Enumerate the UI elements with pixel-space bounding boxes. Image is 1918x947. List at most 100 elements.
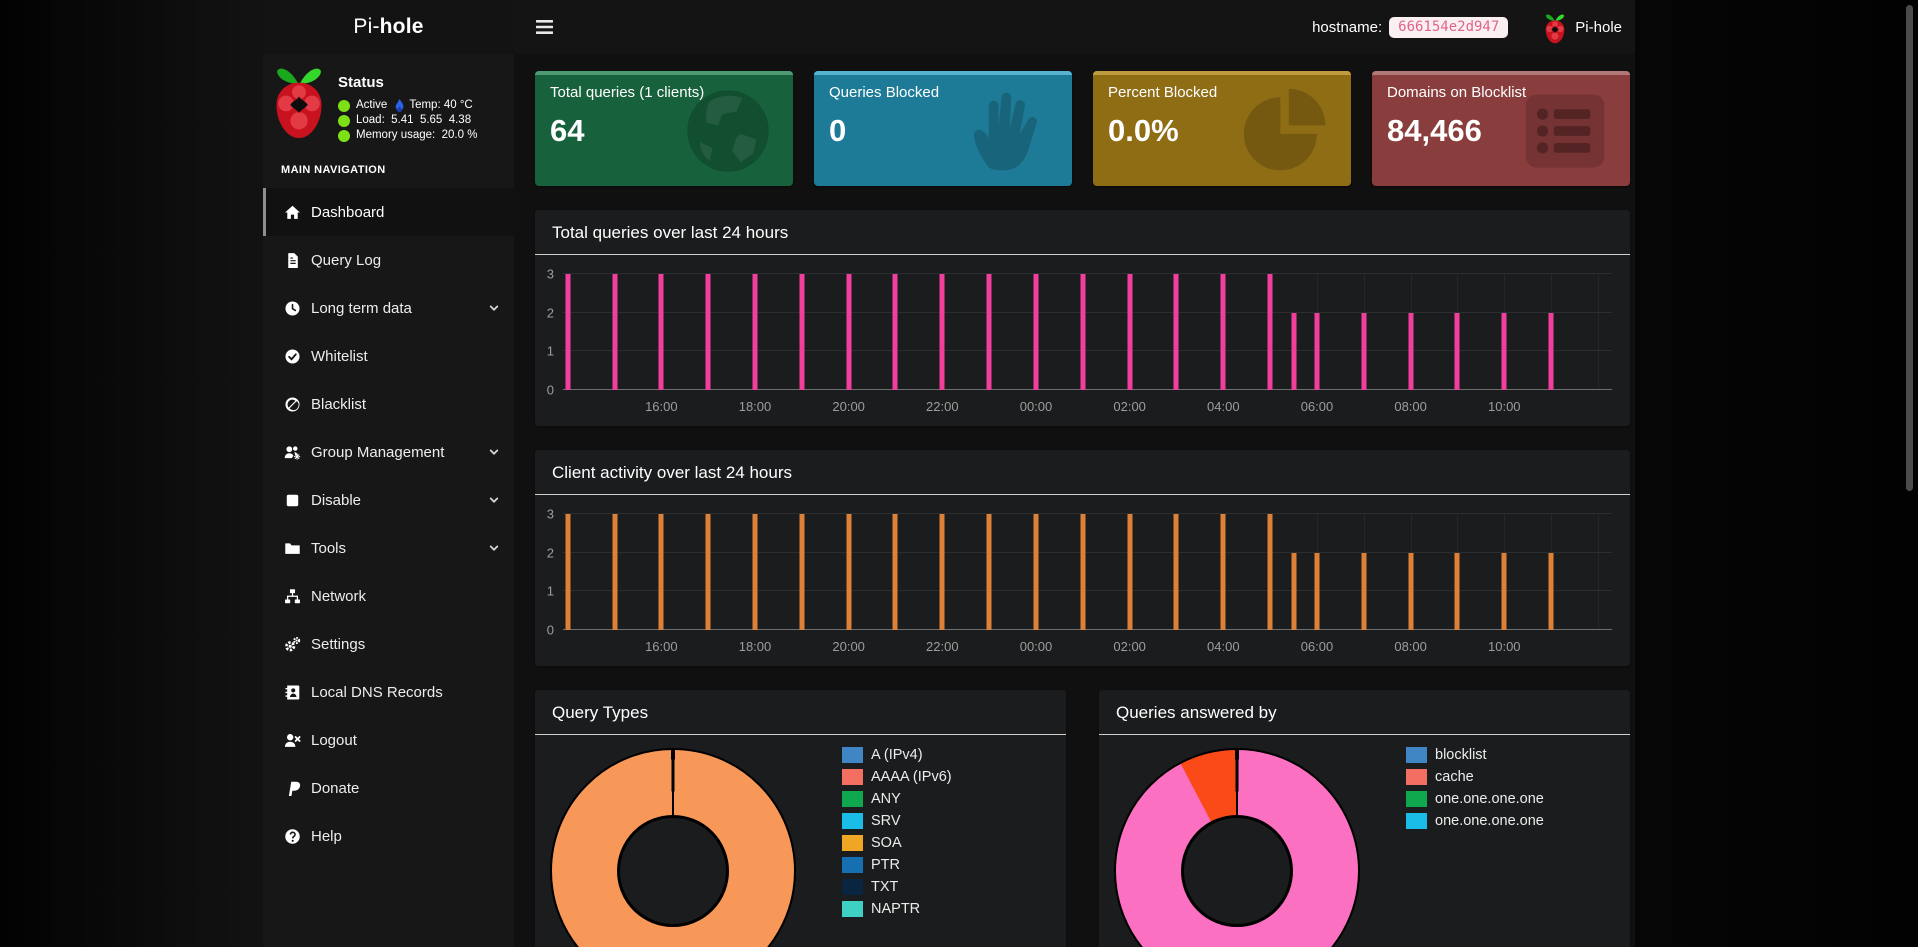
legend-item-one-one-one-one[interactable]: one.one.one.one (1406, 791, 1544, 807)
y-axis-tick-label: 3 (547, 267, 554, 282)
bar-07:00 (1361, 313, 1366, 390)
sidebar-item-label: Help (311, 828, 342, 845)
bottom-panels-row: Query Types A (IPv4)AAAA (IPv6)ANYSRVSOA… (535, 666, 1630, 947)
stat-card-percent-blocked: Percent Blocked0.0% (1093, 71, 1351, 186)
bar-01:00 (1080, 274, 1085, 390)
bar-21:00 (893, 514, 898, 630)
sidebar-item-query-log[interactable]: Query Log (263, 236, 514, 284)
card-title: Queries Blocked (829, 84, 1057, 101)
status-dot-icon (338, 115, 350, 127)
legend-item-ptr[interactable]: PTR (842, 857, 952, 873)
legend-swatch (1406, 813, 1427, 829)
legend-item-blocklist[interactable]: blocklist (1406, 747, 1544, 763)
card-accent-strip (814, 71, 1072, 75)
sidebar-item-donate[interactable]: Donate (263, 764, 514, 812)
legend-item-txt[interactable]: TXT (842, 879, 952, 895)
card-value: 0.0% (1108, 113, 1336, 149)
x-axis-tick-label: 18:00 (739, 399, 772, 414)
sidebar-item-long-term-data[interactable]: Long term data (263, 284, 514, 332)
sidebar-item-dashboard[interactable]: Dashboard (263, 188, 514, 236)
menu-toggle-button[interactable] (532, 16, 557, 38)
bar-16:00 (659, 514, 664, 630)
legend-swatch (842, 813, 863, 829)
legend-swatch (1406, 747, 1427, 763)
bar-04:00 (1221, 274, 1226, 390)
sidebar-item-settings[interactable]: Settings (263, 620, 514, 668)
status-dot-icon (338, 100, 350, 112)
sidebar-item-group-management[interactable]: Group Management (263, 428, 514, 476)
panel-queries-answered-by: Queries answered by blocklistcacheone.on… (1099, 690, 1630, 947)
legend-label: blocklist (1435, 747, 1487, 763)
vertical-gridline (1598, 514, 1599, 630)
check-circle-icon (283, 348, 301, 365)
legend-swatch (842, 835, 863, 851)
sidebar-item-blacklist[interactable]: Blacklist (263, 380, 514, 428)
panel-query-types: Query Types A (IPv4)AAAA (IPv6)ANYSRVSOA… (535, 690, 1066, 947)
legend-item-cache[interactable]: cache (1406, 769, 1544, 785)
legend-swatch (1406, 791, 1427, 807)
x-axis-tick-label: 16:00 (645, 639, 678, 654)
x-axis-tick-label: 00:00 (1020, 399, 1053, 414)
bar-22:00 (940, 274, 945, 390)
topbar: hostname: 666154e2d947 Pi-hole (514, 0, 1635, 54)
bar-10:00 (1502, 553, 1507, 630)
card-title: Domains on Blocklist (1387, 84, 1615, 101)
y-axis-tick-label: 0 (547, 383, 554, 398)
legend-item-soa[interactable]: SOA (842, 835, 952, 851)
bar-00:00 (1033, 514, 1038, 630)
x-axis-tick-label: 22:00 (926, 399, 959, 414)
panel-title: Total queries over last 24 hours (535, 210, 1630, 255)
sidebar-item-tools[interactable]: Tools (263, 524, 514, 572)
sidebar-item-whitelist[interactable]: Whitelist (263, 332, 514, 380)
bar-09:00 (1455, 553, 1460, 630)
hostname-badge: 666154e2d947 (1389, 17, 1508, 38)
client-activity-chart[interactable]: 012316:0018:0020:0022:0000:0002:0004:000… (563, 514, 1612, 630)
sidebar-item-label: Dashboard (311, 204, 384, 221)
sidebar-item-disable[interactable]: Disable (263, 476, 514, 524)
query-types-donut-chart[interactable] (550, 748, 796, 947)
x-axis-tick-label: 02:00 (1113, 639, 1146, 654)
legend-item-aaaa-ipv6[interactable]: AAAA (IPv6) (842, 769, 952, 785)
status-row-load: Load: 5.41 5.65 4.38 (338, 113, 477, 128)
legend-label: TXT (871, 879, 898, 895)
sidebar-item-label: Query Log (311, 252, 381, 269)
bar-04:00 (1221, 514, 1226, 630)
sidebar-item-local-dns-records[interactable]: Local DNS Records (263, 668, 514, 716)
legend-item-srv[interactable]: SRV (842, 813, 952, 829)
query-types-legend: A (IPv4) AAAA (IPv6) ANY SRV SOA PTR TXT NAPTR (842, 747, 952, 923)
bar-19:00 (799, 274, 804, 390)
status-row-active: Active Temp: 40 °C (338, 98, 477, 113)
legend-item-any[interactable]: ANY (842, 791, 952, 807)
address-book-icon (283, 684, 301, 701)
legend-item-a-ipv4[interactable]: A (IPv4) (842, 747, 952, 763)
bar-06:00 (1314, 313, 1319, 390)
x-axis-tick-label: 10:00 (1488, 639, 1521, 654)
card-title: Total queries (1 clients) (550, 84, 778, 101)
total-queries-chart[interactable]: 012316:0018:0020:0022:0000:0002:0004:000… (563, 274, 1612, 390)
bar-08:00 (1408, 313, 1413, 390)
sidebar-item-logout[interactable]: Logout (263, 716, 514, 764)
legend-item-naptr[interactable]: NAPTR (842, 901, 952, 917)
x-axis-tick-label: 06:00 (1301, 639, 1334, 654)
sidebar: Pi-hole Status Active Temp: 40 °C Load: … (263, 0, 514, 947)
chevron-down-icon (487, 493, 501, 507)
pihole-brand-link[interactable]: Pi-hole (1575, 19, 1622, 36)
queries-answered-by-donut-chart[interactable] (1114, 748, 1360, 947)
y-axis-tick-label: 1 (547, 584, 554, 599)
paypal-icon (283, 780, 301, 797)
y-axis-tick-label: 3 (547, 507, 554, 522)
sidebar-item-network[interactable]: Network (263, 572, 514, 620)
bar-17:00 (706, 514, 711, 630)
gears-icon (283, 636, 301, 653)
bar-11:00 (1549, 313, 1554, 390)
nav-section-header: MAIN NAVIGATION (281, 164, 514, 176)
bar-23:00 (987, 274, 992, 390)
bar-05:30 (1291, 313, 1296, 390)
page-scrollbar-thumb[interactable] (1906, 5, 1913, 491)
sidebar-item-label: Blacklist (311, 396, 366, 413)
status-dot-icon (338, 130, 350, 142)
sidebar-item-help[interactable]: Help (263, 812, 514, 860)
legend-item-one-one-one-one[interactable]: one.one.one.one (1406, 813, 1544, 829)
x-axis-tick-label: 18:00 (739, 639, 772, 654)
brand-bold: hole (380, 15, 424, 39)
